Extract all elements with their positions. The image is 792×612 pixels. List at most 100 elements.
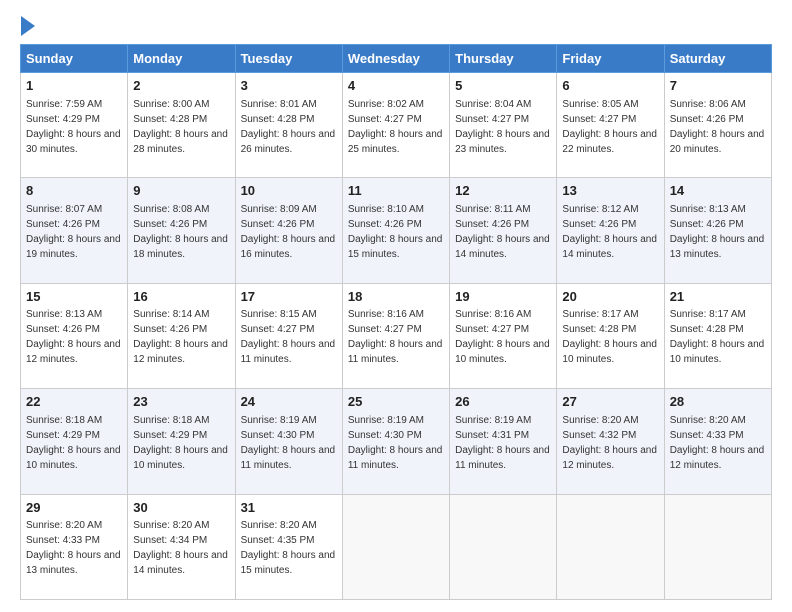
day-number: 30 [133, 499, 229, 517]
day-info: Sunrise: 8:18 AMSunset: 4:29 PMDaylight:… [26, 415, 121, 471]
calendar-cell: 31Sunrise: 8:20 AMSunset: 4:35 PMDayligh… [235, 494, 342, 599]
day-info: Sunrise: 8:10 AMSunset: 4:26 PMDaylight:… [348, 204, 443, 260]
day-number: 11 [348, 182, 444, 200]
calendar-cell [342, 494, 449, 599]
day-info: Sunrise: 8:14 AMSunset: 4:26 PMDaylight:… [133, 309, 228, 365]
calendar-cell: 22 Sunrise: 8:18 AMSunset: 4:29 PMDayligh… [21, 389, 128, 494]
day-info: Sunrise: 8:20 AMSunset: 4:32 PMDaylight:… [562, 415, 657, 471]
calendar-cell: 15 Sunrise: 8:13 AMSunset: 4:26 PMDayligh… [21, 283, 128, 388]
day-number: 14 [670, 182, 766, 200]
day-number: 15 [26, 288, 122, 306]
calendar-cell: 10 Sunrise: 8:09 AMSunset: 4:26 PMDayligh… [235, 178, 342, 283]
day-info: Sunrise: 8:20 AMSunset: 4:35 PMDaylight:… [241, 520, 336, 576]
day-number: 18 [348, 288, 444, 306]
calendar-cell: 25 Sunrise: 8:19 AMSunset: 4:30 PMDayligh… [342, 389, 449, 494]
weekday-header-tuesday: Tuesday [235, 45, 342, 73]
calendar-cell: 16 Sunrise: 8:14 AMSunset: 4:26 PMDayligh… [128, 283, 235, 388]
calendar-week-2: 8 Sunrise: 8:07 AMSunset: 4:26 PMDaylight… [21, 178, 772, 283]
calendar-week-1: 1Sunrise: 7:59 AMSunset: 4:29 PMDaylight… [21, 73, 772, 178]
calendar-cell: 21 Sunrise: 8:17 AMSunset: 4:28 PMDayligh… [664, 283, 771, 388]
day-number: 22 [26, 393, 122, 411]
weekday-header-monday: Monday [128, 45, 235, 73]
calendar-cell: 13 Sunrise: 8:12 AMSunset: 4:26 PMDayligh… [557, 178, 664, 283]
calendar-cell: 17 Sunrise: 8:15 AMSunset: 4:27 PMDayligh… [235, 283, 342, 388]
day-info: Sunrise: 8:02 AMSunset: 4:27 PMDaylight:… [348, 99, 443, 155]
calendar-cell: 18 Sunrise: 8:16 AMSunset: 4:27 PMDayligh… [342, 283, 449, 388]
calendar-cell: 1Sunrise: 7:59 AMSunset: 4:29 PMDaylight… [21, 73, 128, 178]
day-info: Sunrise: 8:15 AMSunset: 4:27 PMDaylight:… [241, 309, 336, 365]
day-number: 1 [26, 77, 122, 95]
calendar-cell: 19Sunrise: 8:16 AMSunset: 4:27 PMDayligh… [450, 283, 557, 388]
day-info: Sunrise: 8:12 AMSunset: 4:26 PMDaylight:… [562, 204, 657, 260]
day-info: Sunrise: 8:13 AMSunset: 4:26 PMDaylight:… [26, 309, 121, 365]
weekday-header-thursday: Thursday [450, 45, 557, 73]
calendar-cell: 12Sunrise: 8:11 AMSunset: 4:26 PMDayligh… [450, 178, 557, 283]
day-info: Sunrise: 8:09 AMSunset: 4:26 PMDaylight:… [241, 204, 336, 260]
day-number: 5 [455, 77, 551, 95]
day-info: Sunrise: 8:07 AMSunset: 4:26 PMDaylight:… [26, 204, 121, 260]
day-number: 19 [455, 288, 551, 306]
day-number: 16 [133, 288, 229, 306]
calendar-cell: 3 Sunrise: 8:01 AMSunset: 4:28 PMDaylight… [235, 73, 342, 178]
day-info: Sunrise: 8:16 AMSunset: 4:27 PMDaylight:… [348, 309, 443, 365]
logo [20, 16, 36, 36]
day-number: 26 [455, 393, 551, 411]
calendar-week-3: 15 Sunrise: 8:13 AMSunset: 4:26 PMDayligh… [21, 283, 772, 388]
day-info: Sunrise: 8:06 AMSunset: 4:26 PMDaylight:… [670, 99, 765, 155]
calendar-header-row: SundayMondayTuesdayWednesdayThursdayFrid… [21, 45, 772, 73]
calendar-cell: 20Sunrise: 8:17 AMSunset: 4:28 PMDayligh… [557, 283, 664, 388]
calendar-cell [450, 494, 557, 599]
day-number: 6 [562, 77, 658, 95]
day-info: Sunrise: 8:20 AMSunset: 4:34 PMDaylight:… [133, 520, 228, 576]
day-number: 8 [26, 182, 122, 200]
calendar-cell: 24 Sunrise: 8:19 AMSunset: 4:30 PMDayligh… [235, 389, 342, 494]
calendar-cell: 30 Sunrise: 8:20 AMSunset: 4:34 PMDayligh… [128, 494, 235, 599]
calendar-cell: 7 Sunrise: 8:06 AMSunset: 4:26 PMDaylight… [664, 73, 771, 178]
day-number: 13 [562, 182, 658, 200]
calendar-cell: 5 Sunrise: 8:04 AMSunset: 4:27 PMDaylight… [450, 73, 557, 178]
day-number: 24 [241, 393, 337, 411]
day-info: Sunrise: 8:17 AMSunset: 4:28 PMDaylight:… [670, 309, 765, 365]
day-number: 23 [133, 393, 229, 411]
day-number: 17 [241, 288, 337, 306]
day-info: Sunrise: 8:19 AMSunset: 4:30 PMDaylight:… [348, 415, 443, 471]
day-number: 10 [241, 182, 337, 200]
calendar-cell: 27Sunrise: 8:20 AMSunset: 4:32 PMDayligh… [557, 389, 664, 494]
day-number: 7 [670, 77, 766, 95]
day-info: Sunrise: 8:11 AMSunset: 4:26 PMDaylight:… [455, 204, 550, 260]
day-info: Sunrise: 8:08 AMSunset: 4:26 PMDaylight:… [133, 204, 228, 260]
day-info: Sunrise: 8:01 AMSunset: 4:28 PMDaylight:… [241, 99, 336, 155]
weekday-header-sunday: Sunday [21, 45, 128, 73]
calendar-week-5: 29Sunrise: 8:20 AMSunset: 4:33 PMDayligh… [21, 494, 772, 599]
day-number: 21 [670, 288, 766, 306]
calendar-cell [557, 494, 664, 599]
weekday-header-friday: Friday [557, 45, 664, 73]
weekday-header-wednesday: Wednesday [342, 45, 449, 73]
day-number: 3 [241, 77, 337, 95]
day-info: Sunrise: 8:20 AMSunset: 4:33 PMDaylight:… [670, 415, 765, 471]
calendar-week-4: 22 Sunrise: 8:18 AMSunset: 4:29 PMDayligh… [21, 389, 772, 494]
header [20, 16, 772, 36]
calendar-cell: 11 Sunrise: 8:10 AMSunset: 4:26 PMDayligh… [342, 178, 449, 283]
calendar-cell: 4 Sunrise: 8:02 AMSunset: 4:27 PMDaylight… [342, 73, 449, 178]
calendar-cell: 14Sunrise: 8:13 AMSunset: 4:26 PMDayligh… [664, 178, 771, 283]
day-info: Sunrise: 8:00 AMSunset: 4:28 PMDaylight:… [133, 99, 228, 155]
calendar-cell: 6 Sunrise: 8:05 AMSunset: 4:27 PMDaylight… [557, 73, 664, 178]
calendar-table: SundayMondayTuesdayWednesdayThursdayFrid… [20, 44, 772, 600]
day-number: 9 [133, 182, 229, 200]
day-info: Sunrise: 8:19 AMSunset: 4:30 PMDaylight:… [241, 415, 336, 471]
weekday-header-saturday: Saturday [664, 45, 771, 73]
day-number: 4 [348, 77, 444, 95]
calendar-cell: 26 Sunrise: 8:19 AMSunset: 4:31 PMDayligh… [450, 389, 557, 494]
calendar-cell: 28Sunrise: 8:20 AMSunset: 4:33 PMDayligh… [664, 389, 771, 494]
day-number: 20 [562, 288, 658, 306]
day-info: Sunrise: 8:19 AMSunset: 4:31 PMDaylight:… [455, 415, 550, 471]
calendar-cell: 23 Sunrise: 8:18 AMSunset: 4:29 PMDayligh… [128, 389, 235, 494]
calendar-cell: 8 Sunrise: 8:07 AMSunset: 4:26 PMDaylight… [21, 178, 128, 283]
day-number: 25 [348, 393, 444, 411]
day-info: Sunrise: 8:05 AMSunset: 4:27 PMDaylight:… [562, 99, 657, 155]
day-info: Sunrise: 8:04 AMSunset: 4:27 PMDaylight:… [455, 99, 550, 155]
day-number: 29 [26, 499, 122, 517]
logo-icon [21, 16, 35, 36]
day-info: Sunrise: 8:18 AMSunset: 4:29 PMDaylight:… [133, 415, 228, 471]
